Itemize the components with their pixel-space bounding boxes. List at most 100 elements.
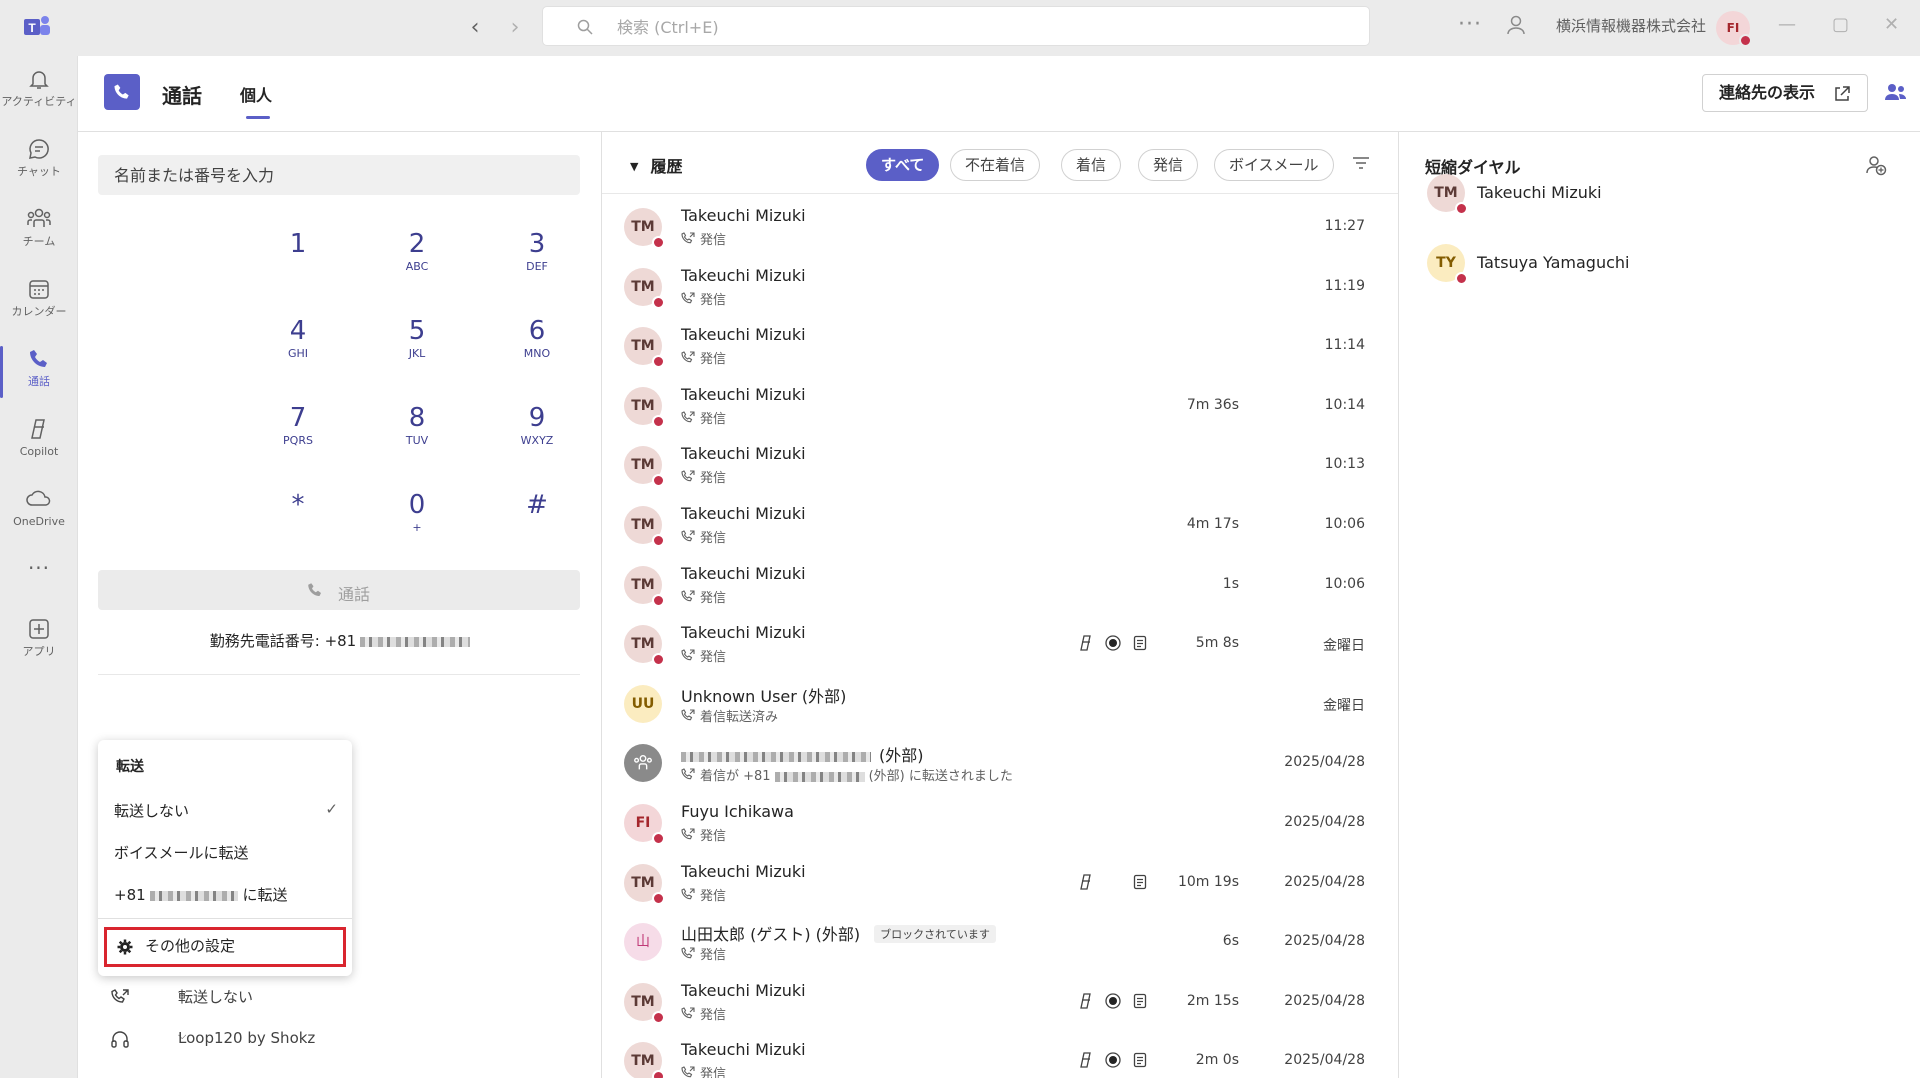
rail-activity[interactable]: アクティビティ <box>0 58 78 126</box>
more-options-icon[interactable]: ··· <box>1458 12 1482 37</box>
filter-outgoing[interactable]: 発信 <box>1138 149 1199 181</box>
rail-apps[interactable]: アプリ <box>0 608 78 676</box>
minimize-icon[interactable]: — <box>1778 14 1796 35</box>
avatar[interactable]: FI <box>1716 11 1752 47</box>
history-row[interactable]: TM Takeuchi Mizuki 発信 10m 19s 2025/04/28 <box>602 852 1398 912</box>
menu-item-suffix: に転送 <box>242 886 288 904</box>
number-input[interactable] <box>98 155 580 195</box>
filter-incoming[interactable]: 着信 <box>1061 149 1122 181</box>
rail-calls[interactable]: 通話 <box>0 338 78 406</box>
history-row[interactable]: FI Fuyu Ichikawa 発信 2025/04/28 <box>602 792 1398 852</box>
history-row[interactable]: TM Takeuchi Mizuki 発信 11:19 <box>602 256 1398 316</box>
dial-key-6[interactable]: 6 MNO <box>492 315 582 385</box>
avatar: TM <box>624 565 665 607</box>
caller-name-text: Takeuchi Mizuki <box>681 325 806 345</box>
avatar-initials: FI <box>1726 21 1740 35</box>
teams-icon <box>27 208 51 227</box>
dial-digit: 7 <box>289 403 307 433</box>
presence-busy-icon <box>1455 202 1468 215</box>
call-type: 発信 <box>681 229 726 248</box>
speed-dial-contact[interactable]: TM Takeuchi Mizuki <box>1427 170 1887 218</box>
back-arrow-icon[interactable]: ‹ <box>462 15 488 41</box>
forwarding-menu-heading: 転送 <box>116 759 144 775</box>
history-title[interactable]: ▼ 履歴 <box>630 153 682 177</box>
call-time: 2025/04/28 <box>1284 873 1365 890</box>
avatar: TY <box>1427 244 1468 285</box>
history-row[interactable]: TM Takeuchi Mizuki 発信 11:14 <box>602 315 1398 375</box>
history-row[interactable]: 山 山田太郎 (ゲスト) (外部) ブロックされています 発信 6s 2025/04/28 <box>602 911 1398 971</box>
close-icon[interactable]: ✕ <box>1884 14 1899 35</box>
caller-name-text: Takeuchi Mizuki <box>681 623 806 643</box>
rail-label: アクティビティ <box>1 95 77 108</box>
filter-all[interactable]: すべて <box>866 149 940 181</box>
dial-key-3[interactable]: 3 DEF <box>492 228 582 298</box>
filter-missed[interactable]: 不在着信 <box>950 149 1041 181</box>
filter-voicemail[interactable]: ボイスメール <box>1214 149 1334 181</box>
caller-name-text: Unknown User (外部) <box>681 686 847 706</box>
more-settings-label: その他の設定 <box>145 937 236 955</box>
avatar: TM <box>624 267 665 309</box>
history-row[interactable]: TM Takeuchi Mizuki 発信 7m 36s 10:14 <box>602 375 1398 435</box>
avatar-initials: TY <box>1436 255 1456 271</box>
forward-arrow-icon[interactable]: › <box>502 15 528 41</box>
call-type: 発信 <box>681 885 726 904</box>
call-history-panel: ▼ 履歴 すべて 不在着信 着信 発信 ボイスメール TM Takeuchi Miz… <box>602 132 1399 1078</box>
dial-key-7[interactable]: 7 PQRS <box>253 402 343 472</box>
dial-key-4[interactable]: 4 GHI <box>253 315 343 385</box>
tab-personal[interactable]: 個人 <box>240 82 272 119</box>
more-settings-item[interactable]: その他の設定 <box>104 927 346 967</box>
outgoing-call-icon <box>681 649 695 661</box>
rail-onedrive[interactable]: OneDrive <box>0 478 78 546</box>
history-row[interactable]: TM Takeuchi Mizuki 発信 4m 17s 10:06 <box>602 494 1398 554</box>
dial-key-1[interactable]: 1 <box>253 228 343 298</box>
rail-copilot[interactable]: Copilot <box>0 408 78 476</box>
history-row[interactable]: TM Takeuchi Mizuki 発信 2m 0s 2025/04/28 <box>602 1030 1398 1078</box>
history-row[interactable]: TM Takeuchi Mizuki 発信 1s 10:06 <box>602 554 1398 614</box>
dial-key-9[interactable]: 9 WXYZ <box>492 402 582 472</box>
filter-icon[interactable] <box>1352 156 1370 170</box>
chat-icon <box>29 139 49 159</box>
dial-key-hash[interactable]: # <box>492 489 582 559</box>
history-row[interactable]: UU Unknown User (外部) 着信転送済み 金曜日 <box>602 673 1398 733</box>
maximize-icon[interactable]: ▢ <box>1832 14 1849 35</box>
search-box[interactable] <box>542 6 1370 46</box>
search-input[interactable] <box>617 15 1317 39</box>
menu-item-forward-voicemail[interactable]: ボイスメールに転送 <box>114 842 344 863</box>
caller-name: Unknown User (外部) <box>681 683 846 707</box>
dial-letters: TUV <box>405 434 429 447</box>
call-button[interactable]: 通話 <box>98 570 580 610</box>
history-row[interactable]: TM Takeuchi Mizuki 発信 2m 15s 2025/04/28 <box>602 971 1398 1031</box>
call-duration: 6s <box>1222 933 1239 950</box>
dial-key-8[interactable]: 8 TUV <box>372 402 462 472</box>
rail-more[interactable]: ··· <box>0 548 78 588</box>
dial-letters: + <box>412 521 422 534</box>
speed-dial-contact[interactable]: TY Tatsuya Yamaguchi <box>1427 240 1887 288</box>
show-contacts-button[interactable]: 連絡先の表示 <box>1702 74 1868 112</box>
menu-item-forward-number[interactable]: +81 に転送 <box>114 884 344 905</box>
history-row[interactable]: TM Takeuchi Mizuki 発信 10:13 <box>602 434 1398 494</box>
call-type-text: 発信 <box>700 1067 727 1078</box>
rail-teams[interactable]: チーム <box>0 198 78 266</box>
rail-label: OneDrive <box>13 515 65 528</box>
dial-key-0[interactable]: 0 + <box>372 489 462 559</box>
dial-key-2[interactable]: 2 ABC <box>372 228 462 298</box>
presence-busy-icon <box>652 1070 665 1078</box>
rail-chat[interactable]: チャット <box>0 128 78 196</box>
menu-item-no-forward[interactable]: 転送しない ✓ <box>114 800 344 821</box>
rail-calendar[interactable]: カレンダー <box>0 268 78 336</box>
history-row[interactable]: TM Takeuchi Mizuki 発信 5m 8s 金曜日 <box>602 613 1398 673</box>
dial-key-5[interactable]: 5 JKL <box>372 315 462 385</box>
history-row[interactable]: (外部) 着信が +81 (外部) に転送されました 2025/04/28 <box>602 732 1398 792</box>
outgoing-call-icon <box>681 1066 695 1078</box>
call-type-text: 発信 <box>700 411 727 427</box>
dial-key-star[interactable]: * <box>253 489 343 559</box>
call-duration: 10m 19s <box>1177 873 1239 890</box>
account-settings-icon[interactable] <box>1505 14 1527 36</box>
call-type-text: 発信 <box>700 829 727 844</box>
caller-name: (外部) <box>681 742 924 766</box>
history-row[interactable]: TM Takeuchi Mizuki 発信 11:27 <box>602 196 1398 256</box>
call-type: 発信 <box>681 944 726 963</box>
caller-name-text: Takeuchi Mizuki <box>681 504 806 523</box>
call-type: 発信 <box>681 1063 726 1078</box>
people-icon[interactable] <box>1884 80 1908 104</box>
